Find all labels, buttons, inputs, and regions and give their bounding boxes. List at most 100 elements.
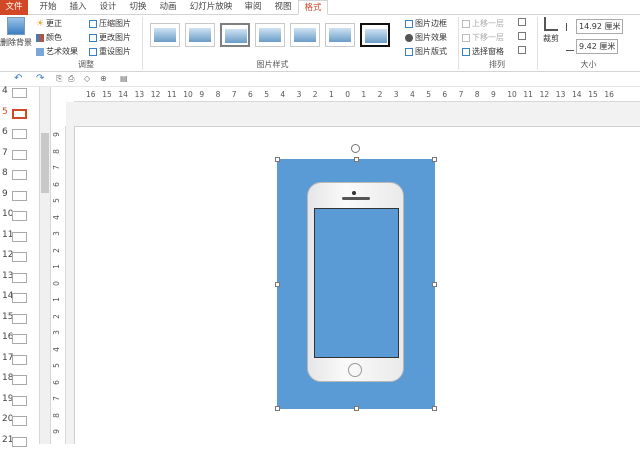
adjust-group-label: 调整 — [78, 60, 94, 69]
slide-thumbnail[interactable]: 4 — [0, 83, 40, 103]
bring-forward-icon — [462, 19, 470, 28]
selection-pane-button[interactable]: 选择窗格 — [462, 46, 504, 57]
picture-border-button[interactable]: 图片边框 — [405, 18, 447, 29]
height-icon — [566, 22, 574, 31]
slide-thumbnail[interactable]: 8 — [0, 165, 40, 185]
divider — [537, 17, 538, 70]
selection-pane-icon — [462, 47, 470, 56]
ruler-tick-label: 16 — [604, 90, 614, 99]
resize-handle-bl[interactable] — [275, 406, 280, 411]
ruler-tick-label: 0 — [345, 90, 350, 99]
ruler-tick-label: 13 — [555, 90, 566, 99]
picture-style-4[interactable] — [255, 23, 285, 47]
picture-style-2[interactable] — [185, 23, 215, 47]
remove-background-button[interactable]: 删除背景 — [0, 17, 32, 48]
slide-preview — [12, 190, 27, 201]
reset-picture-button[interactable]: 重设图片 — [89, 46, 131, 57]
slide-thumbnail[interactable]: 13 — [0, 268, 40, 288]
resize-handle-br[interactable] — [432, 406, 437, 411]
slide-preview — [12, 211, 27, 221]
ruler-tick-label: 8 — [215, 90, 221, 99]
compress-pictures-button[interactable]: 压缩图片 — [89, 18, 131, 29]
ruler-tick-label: 3 — [296, 90, 302, 99]
slide-thumbnail[interactable]: 11 — [0, 227, 40, 247]
width-input[interactable]: 9.42 厘米 — [576, 39, 619, 54]
slide-preview — [12, 375, 27, 385]
resize-handle-r[interactable] — [432, 282, 437, 287]
slide-thumbnail[interactable]: 14 — [0, 288, 40, 308]
artistic-effects-button[interactable]: 艺术效果 — [36, 46, 78, 57]
rotate-handle[interactable] — [351, 144, 360, 153]
tab-view[interactable]: 视图 — [270, 0, 296, 15]
phone-screen — [314, 208, 399, 358]
resize-handle-b[interactable] — [354, 406, 359, 411]
print-icon[interactable]: ⎙ — [68, 74, 74, 84]
ruler-tick-label: 4 — [51, 214, 61, 220]
tab-design[interactable]: 设计 — [95, 0, 121, 15]
tab-animations[interactable]: 动画 — [155, 0, 181, 15]
effects-icon — [405, 33, 413, 42]
width-field[interactable]: 9.42 厘米 — [566, 39, 619, 54]
align-icon — [518, 18, 526, 26]
resize-handle-t[interactable] — [354, 157, 359, 162]
picture-style-5[interactable] — [290, 23, 320, 47]
slide-thumbnail[interactable]: 6 — [0, 124, 40, 144]
corrections-button[interactable]: ☀ 更正 — [36, 18, 62, 29]
group-button[interactable] — [518, 32, 526, 40]
tab-insert[interactable]: 插入 — [65, 0, 91, 15]
link-icon[interactable]: ⊕ — [100, 74, 107, 83]
slide-thumbnail[interactable]: 17 — [0, 350, 40, 370]
selection-pane-label: 选择窗格 — [472, 47, 504, 56]
slide-thumbnail[interactable]: 18 — [0, 370, 40, 390]
send-backward-button[interactable]: 下移一层 — [462, 32, 504, 43]
slide-thumbnail[interactable]: 16 — [0, 329, 40, 349]
slide-thumbnail[interactable]: 12 — [0, 247, 40, 267]
crop-button[interactable]: 裁剪 — [541, 17, 561, 44]
height-field[interactable]: 14.92 厘米 — [566, 19, 624, 34]
slide-thumbnail[interactable]: 7 — [0, 145, 40, 165]
picture-style-7[interactable] — [360, 23, 390, 47]
shapes-icon[interactable]: ◇ — [84, 74, 90, 83]
tab-review[interactable]: 审阅 — [240, 0, 266, 15]
thumbnail-scrollbar[interactable] — [40, 87, 51, 444]
picture-style-6[interactable] — [325, 23, 355, 47]
tab-file[interactable]: 文件 — [0, 0, 28, 15]
slide-thumbnail[interactable]: 20 — [0, 411, 40, 431]
tab-transitions[interactable]: 切换 — [125, 0, 151, 15]
height-input[interactable]: 14.92 厘米 — [576, 19, 624, 34]
slide-preview — [12, 272, 27, 283]
slide-thumbnail[interactable]: 19 — [0, 391, 40, 411]
color-button[interactable]: 颜色 — [36, 32, 62, 43]
resize-handle-l[interactable] — [275, 282, 280, 287]
change-picture-button[interactable]: 更改图片 — [89, 32, 131, 43]
slide-preview — [12, 231, 27, 242]
resize-handle-tr[interactable] — [432, 157, 437, 162]
slide-thumbnail[interactable]: 10 — [0, 206, 40, 226]
bring-forward-button[interactable]: 上移一层 — [462, 18, 504, 29]
scrollbar-thumb[interactable] — [41, 133, 49, 193]
tab-slideshow[interactable]: 幻灯片放映 — [185, 0, 237, 15]
format-painter-icon[interactable]: ⎘ — [56, 74, 62, 84]
align-button[interactable] — [518, 18, 526, 26]
slide-thumbnail[interactable]: 21 — [0, 432, 40, 452]
ruler-tick-label: 9 — [199, 90, 205, 99]
slide-thumbnail[interactable]: 5 — [0, 104, 40, 124]
ribbon: 删除背景 ☀ 更正 颜色 艺术效果 压缩图片 更改图片 重设图片 调整 图片样式 … — [0, 15, 640, 72]
slide-thumbnail[interactable]: 15 — [0, 309, 40, 329]
tab-format[interactable]: 格式 — [298, 0, 328, 15]
picture-effects-button[interactable]: 图片效果 — [405, 32, 447, 43]
change-picture-label: 更改图片 — [99, 33, 131, 42]
clipboard-icon[interactable]: ▤ — [120, 74, 128, 83]
tab-home[interactable]: 开始 — [35, 0, 61, 15]
picture-style-3[interactable] — [220, 23, 250, 47]
resize-handle-tl[interactable] — [275, 157, 280, 162]
picture-style-1[interactable] — [150, 23, 180, 47]
picture-layout-button[interactable]: 图片版式 — [405, 46, 447, 57]
reset-picture-label: 重设图片 — [99, 47, 131, 56]
rotate-icon — [518, 46, 526, 54]
corrections-label: 更正 — [46, 19, 62, 28]
ruler-tick-label: 5 — [426, 90, 431, 99]
slide-thumbnail[interactable]: 9 — [0, 186, 40, 206]
ruler-tick-label: 6 — [442, 90, 448, 99]
rotate-button[interactable] — [518, 46, 526, 54]
